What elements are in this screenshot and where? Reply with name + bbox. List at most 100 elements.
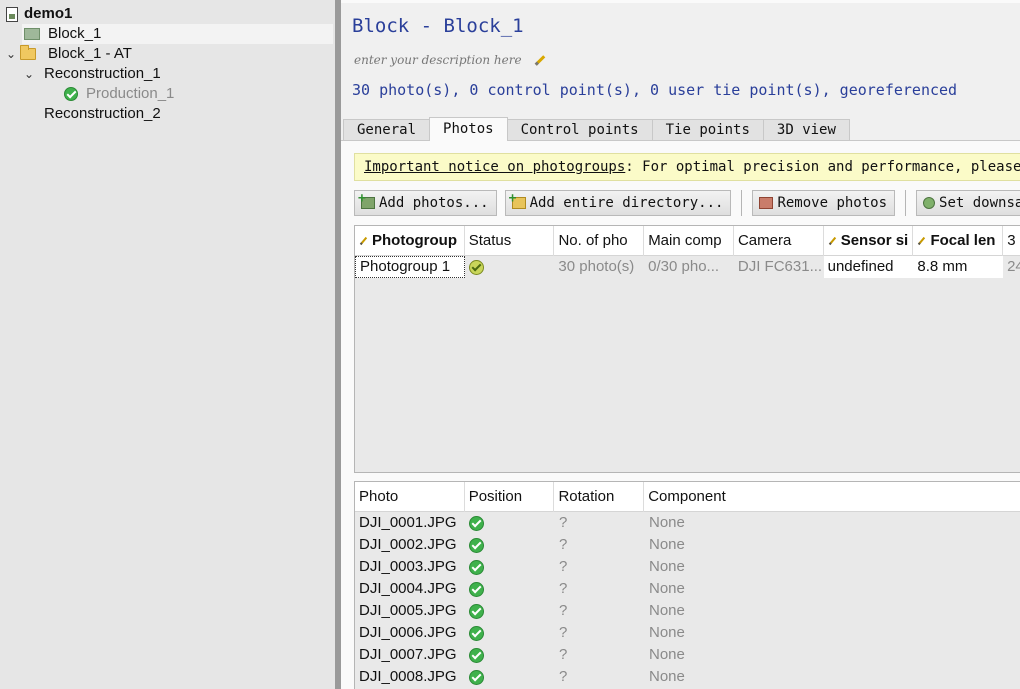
photos-rows: DJI_0001.JPG? None DJI_0002.JPG? None DJI_00… xyxy=(355,512,1020,689)
column-header-component[interactable]: Component xyxy=(644,482,1020,512)
column-label: Focal len xyxy=(930,232,996,249)
photo-position xyxy=(465,578,555,600)
tab-control-points[interactable]: Control points xyxy=(506,119,653,141)
project-icon xyxy=(6,6,18,22)
column-header-photo[interactable]: Photo xyxy=(355,482,465,512)
photogroup-status xyxy=(465,256,555,278)
add-directory-button[interactable]: Add entire directory... xyxy=(504,190,732,216)
description-field[interactable]: enter your description here xyxy=(354,53,546,67)
column-header-camera[interactable]: Camera xyxy=(734,226,824,256)
column-header-position[interactable]: Position xyxy=(465,482,555,512)
chevron-down-icon[interactable]: ⌄ xyxy=(4,44,18,64)
block-summary: 30 photo(s), 0 control point(s), 0 user … xyxy=(352,81,958,99)
edit-pencil-icon xyxy=(359,236,368,246)
tab-3d-view[interactable]: 3D view xyxy=(762,119,850,141)
table-row[interactable]: Photogroup 1 30 photo(s) 0/30 pho... DJI… xyxy=(355,256,1020,278)
block-icon xyxy=(24,28,40,40)
set-downsampling-button[interactable]: Set downsampli xyxy=(916,190,1020,216)
tab-bar: General Photos Control points Tie points… xyxy=(343,117,850,141)
photogroup-sensor-size[interactable]: undefined xyxy=(823,256,914,278)
check-circle-icon xyxy=(469,559,484,575)
table-header: Photo Position Rotation Component xyxy=(355,482,1020,512)
photo-position xyxy=(465,556,555,578)
chevron-down-icon[interactable]: ⌄ xyxy=(22,64,36,84)
edit-pencil-icon xyxy=(918,236,926,246)
status-ok-icon xyxy=(468,259,484,275)
tree-root-label: demo1 xyxy=(24,5,73,22)
tree-item-reconstruction-1[interactable]: ⌄ Reconstruction_1 xyxy=(22,64,161,84)
column-header-photogroup[interactable]: Photogroup xyxy=(355,226,465,256)
add-folder-icon xyxy=(509,191,526,209)
photo-name: DJI_0005.JPG xyxy=(359,602,457,619)
remove-photos-button[interactable]: Remove photos xyxy=(752,190,896,216)
photogroups-notice-link[interactable]: Important notice on photogroups xyxy=(364,159,625,175)
table-row[interactable]: DJI_0003.JPG? None xyxy=(355,556,1020,578)
photo-name: DJI_0008.JPG xyxy=(359,668,457,685)
photogroup-component: 0/30 pho... xyxy=(648,258,720,275)
column-header-focal-length[interactable]: Focal len xyxy=(913,226,1004,256)
description-placeholder: enter your description here xyxy=(354,53,522,67)
block-panel: Block - Block_1 enter your description h… xyxy=(341,0,1020,689)
toolbar-separator xyxy=(741,190,743,216)
tree-item-block-1-at[interactable]: ⌄ Block_1 - AT xyxy=(0,44,132,64)
column-header-status[interactable]: Status xyxy=(465,226,555,256)
photo-rotation: ? xyxy=(559,624,568,641)
tree-item-reconstruction-2[interactable]: Reconstruction_2 xyxy=(44,104,161,124)
tree-item-block-1[interactable]: Block_1 xyxy=(22,24,333,44)
table-row[interactable]: DJI_0007.JPG? None xyxy=(355,644,1020,666)
add-photos-label: Add photos... xyxy=(379,195,489,211)
toolbar-separator xyxy=(905,190,907,216)
photo-component: None xyxy=(649,646,685,663)
remove-photo-icon xyxy=(759,197,774,209)
table-row[interactable]: DJI_0006.JPG? None xyxy=(355,622,1020,644)
column-header-extra[interactable]: 3 xyxy=(1003,226,1020,256)
photo-component: None xyxy=(649,536,685,553)
column-label: Photogroup xyxy=(372,232,457,249)
photos-tab-content: Important notice on photogroups: For opt… xyxy=(341,140,1020,689)
tab-photos[interactable]: Photos xyxy=(429,117,508,141)
column-header-rotation[interactable]: Rotation xyxy=(554,482,645,512)
column-header-sensor-size[interactable]: Sensor si xyxy=(824,226,914,256)
add-photos-button[interactable]: Add photos... xyxy=(354,190,497,216)
tab-tie-points[interactable]: Tie points xyxy=(651,119,764,141)
table-header: Photogroup Status No. of pho Main comp C… xyxy=(355,226,1020,256)
photo-name: DJI_0003.JPG xyxy=(359,558,457,575)
photo-rotation: ? xyxy=(559,668,568,685)
tree-item-production-1[interactable]: Production_1 xyxy=(64,84,174,104)
photogroup-extra: 24 xyxy=(1007,258,1020,275)
table-row[interactable]: DJI_0008.JPG? None xyxy=(355,666,1020,688)
table-row[interactable]: DJI_0004.JPG? None xyxy=(355,578,1020,600)
photo-component: None xyxy=(649,514,685,531)
tree-item-label: Block_1 xyxy=(48,25,102,42)
check-circle-icon xyxy=(469,603,484,619)
tree-item-label: Production_1 xyxy=(86,85,175,102)
tree-root[interactable]: demo1 xyxy=(6,4,72,24)
photogroup-name[interactable]: Photogroup 1 xyxy=(355,256,465,278)
column-header-main-component[interactable]: Main comp xyxy=(644,226,734,256)
table-row[interactable]: DJI_0002.JPG? None xyxy=(355,534,1020,556)
table-row[interactable]: DJI_0001.JPG? None xyxy=(355,512,1020,534)
photo-position xyxy=(465,622,555,644)
check-circle-icon xyxy=(469,581,484,597)
photogroups-table: Photogroup Status No. of pho Main comp C… xyxy=(354,225,1020,473)
photo-position xyxy=(465,644,555,666)
photogroup-focal-length[interactable]: 8.8 mm xyxy=(913,256,1004,278)
column-label: Sensor si xyxy=(840,232,909,249)
tree-item-label: Block_1 - AT xyxy=(48,45,132,62)
photo-rotation: ? xyxy=(559,580,568,597)
check-circle-icon xyxy=(64,87,78,101)
tree-item-label: Reconstruction_2 xyxy=(44,105,161,122)
table-row[interactable]: DJI_0005.JPG? None xyxy=(355,600,1020,622)
tab-general[interactable]: General xyxy=(343,119,431,141)
photo-component: None xyxy=(649,580,685,597)
photo-component: None xyxy=(649,558,685,575)
photogroup-camera: DJI FC631... xyxy=(737,258,823,275)
photo-rotation: ? xyxy=(559,646,568,663)
pencil-icon[interactable] xyxy=(534,54,545,66)
column-header-photo-count[interactable]: No. of pho xyxy=(554,226,645,256)
photo-rotation: ? xyxy=(559,514,568,531)
set-downsampling-label: Set downsampli xyxy=(939,195,1020,211)
tree-item-label: Reconstruction_1 xyxy=(44,65,161,82)
photo-position xyxy=(465,600,555,622)
photo-name: DJI_0002.JPG xyxy=(359,536,457,553)
